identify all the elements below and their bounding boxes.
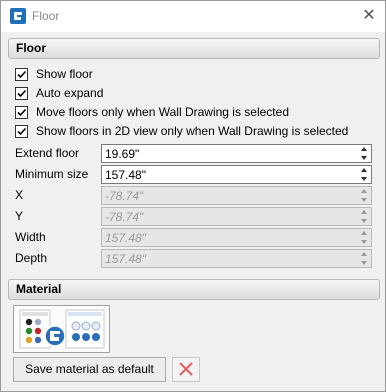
y-value: -78.74" [105,210,144,224]
app-logo-icon [10,8,26,24]
spin-up-icon [358,250,371,258]
spin-down-icon [358,238,371,246]
minimum-size-row: Minimum size 157.48" [15,165,372,184]
spin-up-icon [358,187,371,195]
width-row: Width 157.48" [15,228,372,247]
depth-value: 157.48" [105,252,146,266]
spin-down-icon [358,217,371,225]
window-title: Floor [32,9,60,23]
depth-spinner [358,250,371,267]
x-label: X [15,188,24,202]
width-label: Width [15,230,46,244]
red-x-icon [179,362,193,376]
y-spinner [358,208,371,225]
show-floors-2d-label: Show floors in 2D view only when Wall Dr… [36,124,349,138]
checkbox-checked-icon [15,124,28,138]
depth-field: 157.48" [101,249,372,268]
extend-floor-label: Extend floor [15,146,80,160]
depth-label: Depth [15,251,48,265]
extend-floor-spinner[interactable] [358,145,371,162]
move-floors-label: Move floors only when Wall Drawing is se… [36,105,289,119]
checkbox-checked-icon [15,105,28,119]
checkbox-checked-icon [15,86,28,100]
auto-expand-checkbox[interactable]: Auto expand [15,84,103,102]
material-thumbnail[interactable] [13,305,110,353]
extend-floor-row: Extend floor 19.69" [15,144,372,163]
spin-down-icon [358,196,371,204]
auto-expand-label: Auto expand [36,86,104,100]
extend-floor-value: 19.69" [105,147,140,161]
depth-row: Depth 157.48" [15,249,372,268]
show-floors-2d-checkbox[interactable]: Show floors in 2D view only when Wall Dr… [15,122,348,140]
extend-floor-field[interactable]: 19.69" [101,144,372,163]
minimum-size-spinner[interactable] [358,166,371,183]
width-spinner [358,229,371,246]
spin-down-icon[interactable] [358,175,371,183]
minimum-size-label: Minimum size [15,167,89,181]
show-floor-checkbox[interactable]: Show floor [15,65,93,83]
close-icon: ✕ [362,7,376,24]
floor-dialog: Floor ✕ Floor Show floor Auto expand Mov… [0,0,386,392]
y-row: Y -78.74" [15,207,372,226]
minimum-size-field[interactable]: 157.48" [101,165,372,184]
x-field: -78.74" [101,186,372,205]
clear-material-button[interactable] [172,357,200,382]
spin-down-icon [358,259,371,267]
x-value: -78.74" [105,189,144,203]
title-bar: Floor ✕ [1,1,385,32]
move-floors-checkbox[interactable]: Move floors only when Wall Drawing is se… [15,103,289,121]
spin-down-icon[interactable] [358,154,371,162]
x-spinner [358,187,371,204]
checkbox-checked-icon [15,67,28,81]
y-field: -78.74" [101,207,372,226]
material-preview-icon [19,309,105,349]
width-field: 157.48" [101,228,372,247]
width-value: 157.48" [105,231,146,245]
close-button[interactable]: ✕ [357,4,381,28]
floor-section-header[interactable]: Floor [8,38,380,59]
material-section-header[interactable]: Material [8,279,380,300]
y-label: Y [15,209,24,223]
x-row: X -78.74" [15,186,372,205]
spin-up-icon [358,229,371,237]
spin-up-icon[interactable] [358,145,371,153]
minimum-size-value: 157.48" [105,168,146,182]
show-floor-label: Show floor [36,67,93,81]
save-material-default-button[interactable]: Save material as default [13,357,166,382]
spin-up-icon[interactable] [358,166,371,174]
spin-up-icon [358,208,371,216]
